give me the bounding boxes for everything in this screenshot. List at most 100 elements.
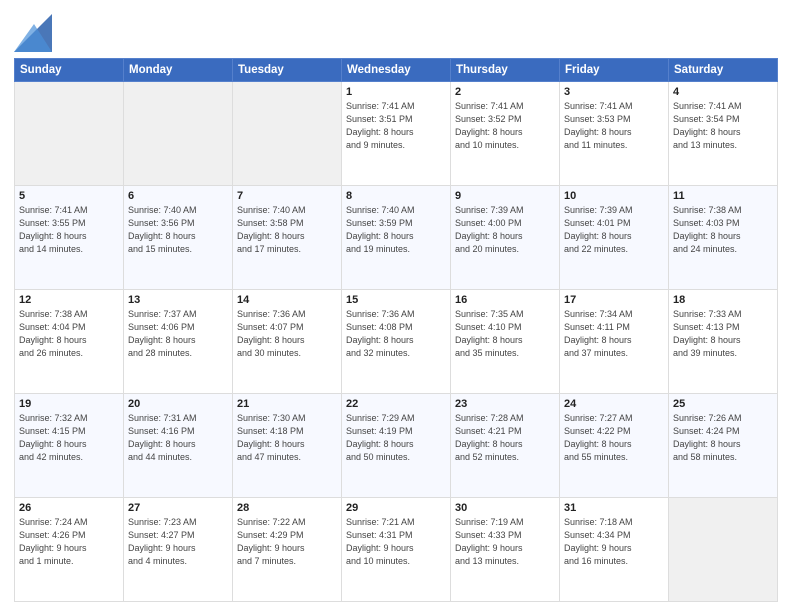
day-detail: Sunrise: 7:41 AM Sunset: 3:53 PM Dayligh… — [564, 100, 664, 152]
day-number: 4 — [673, 86, 773, 98]
day-detail: Sunrise: 7:38 AM Sunset: 4:03 PM Dayligh… — [673, 204, 773, 256]
calendar-cell: 12 Sunrise: 7:38 AM Sunset: 4:04 PM Dayli… — [15, 290, 124, 394]
day-detail: Sunrise: 7:40 AM Sunset: 3:59 PM Dayligh… — [346, 204, 446, 256]
day-number: 7 — [237, 190, 337, 202]
calendar-cell: 6Sunrise: 7:40 AM Sunset: 3:56 PM Daylig… — [124, 186, 233, 290]
calendar-cell: 13 Sunrise: 7:37 AM Sunset: 4:06 PM Dayli… — [124, 290, 233, 394]
day-header-monday: Monday — [124, 59, 233, 82]
day-detail: Sunrise: 7:38 AM Sunset: 4:04 PM Dayligh… — [19, 308, 119, 360]
day-detail: Sunrise: 7:41 AM Sunset: 3:52 PM Dayligh… — [455, 100, 555, 152]
calendar-cell — [124, 82, 233, 186]
day-detail: Sunrise: 7:39 AM Sunset: 4:01 PM Dayligh… — [564, 204, 664, 256]
day-number: 1 — [346, 86, 446, 98]
day-header-thursday: Thursday — [451, 59, 560, 82]
calendar-cell: 11 Sunrise: 7:38 AM Sunset: 4:03 PM Dayli… — [669, 186, 778, 290]
calendar-body: 1 Sunrise: 7:41 AM Sunset: 3:51 PM Daylig… — [15, 82, 778, 602]
day-detail: Sunrise: 7:29 AM Sunset: 4:19 PM Dayligh… — [346, 412, 446, 464]
day-number: 13 — [128, 294, 228, 306]
calendar-cell: 15Sunrise: 7:36 AM Sunset: 4:08 PM Dayli… — [342, 290, 451, 394]
week-row-2: 12 Sunrise: 7:38 AM Sunset: 4:04 PM Dayli… — [15, 290, 778, 394]
day-number: 15 — [346, 294, 446, 306]
day-number: 29 — [346, 502, 446, 514]
week-row-4: 26 Sunrise: 7:24 AM Sunset: 4:26 PM Dayli… — [15, 498, 778, 602]
calendar-cell: 2 Sunrise: 7:41 AM Sunset: 3:52 PM Daylig… — [451, 82, 560, 186]
day-header-friday: Friday — [560, 59, 669, 82]
day-detail: Sunrise: 7:41 AM Sunset: 3:54 PM Dayligh… — [673, 100, 773, 152]
calendar-cell: 19 Sunrise: 7:32 AM Sunset: 4:15 PM Dayli… — [15, 394, 124, 498]
day-detail: Sunrise: 7:41 AM Sunset: 3:55 PM Dayligh… — [19, 204, 119, 256]
day-detail: Sunrise: 7:22 AM Sunset: 4:29 PM Dayligh… — [237, 516, 337, 568]
day-detail: Sunrise: 7:41 AM Sunset: 3:51 PM Dayligh… — [346, 100, 446, 152]
calendar-cell: 20Sunrise: 7:31 AM Sunset: 4:16 PM Dayli… — [124, 394, 233, 498]
day-detail: Sunrise: 7:18 AM Sunset: 4:34 PM Dayligh… — [564, 516, 664, 568]
day-detail: Sunrise: 7:36 AM Sunset: 4:07 PM Dayligh… — [237, 308, 337, 360]
day-number: 20 — [128, 398, 228, 410]
day-number: 9 — [455, 190, 555, 202]
day-number: 31 — [564, 502, 664, 514]
calendar-cell: 31 Sunrise: 7:18 AM Sunset: 4:34 PM Dayli… — [560, 498, 669, 602]
logo-icon — [14, 14, 52, 52]
calendar-cell: 17Sunrise: 7:34 AM Sunset: 4:11 PM Dayli… — [560, 290, 669, 394]
day-detail: Sunrise: 7:19 AM Sunset: 4:33 PM Dayligh… — [455, 516, 555, 568]
day-number: 18 — [673, 294, 773, 306]
day-number: 21 — [237, 398, 337, 410]
day-number: 17 — [564, 294, 664, 306]
day-detail: Sunrise: 7:30 AM Sunset: 4:18 PM Dayligh… — [237, 412, 337, 464]
day-number: 2 — [455, 86, 555, 98]
day-number: 16 — [455, 294, 555, 306]
day-number: 26 — [19, 502, 119, 514]
calendar-cell: 8Sunrise: 7:40 AM Sunset: 3:59 PM Daylig… — [342, 186, 451, 290]
day-detail: Sunrise: 7:24 AM Sunset: 4:26 PM Dayligh… — [19, 516, 119, 568]
calendar-cell — [669, 498, 778, 602]
calendar-header: SundayMondayTuesdayWednesdayThursdayFrid… — [15, 59, 778, 82]
day-detail: Sunrise: 7:35 AM Sunset: 4:10 PM Dayligh… — [455, 308, 555, 360]
week-row-1: 5Sunrise: 7:41 AM Sunset: 3:55 PM Daylig… — [15, 186, 778, 290]
day-header-sunday: Sunday — [15, 59, 124, 82]
day-number: 6 — [128, 190, 228, 202]
calendar-cell: 27 Sunrise: 7:23 AM Sunset: 4:27 PM Dayli… — [124, 498, 233, 602]
calendar-cell: 21 Sunrise: 7:30 AM Sunset: 4:18 PM Dayli… — [233, 394, 342, 498]
day-number: 12 — [19, 294, 119, 306]
day-detail: Sunrise: 7:27 AM Sunset: 4:22 PM Dayligh… — [564, 412, 664, 464]
day-detail: Sunrise: 7:33 AM Sunset: 4:13 PM Dayligh… — [673, 308, 773, 360]
calendar-cell: 23 Sunrise: 7:28 AM Sunset: 4:21 PM Dayli… — [451, 394, 560, 498]
calendar-cell: 30 Sunrise: 7:19 AM Sunset: 4:33 PM Dayli… — [451, 498, 560, 602]
day-detail: Sunrise: 7:37 AM Sunset: 4:06 PM Dayligh… — [128, 308, 228, 360]
day-number: 19 — [19, 398, 119, 410]
calendar-cell: 22 Sunrise: 7:29 AM Sunset: 4:19 PM Dayli… — [342, 394, 451, 498]
day-number: 30 — [455, 502, 555, 514]
page: SundayMondayTuesdayWednesdayThursdayFrid… — [0, 0, 792, 612]
logo — [14, 14, 56, 52]
day-number: 23 — [455, 398, 555, 410]
day-number: 22 — [346, 398, 446, 410]
calendar-cell: 18 Sunrise: 7:33 AM Sunset: 4:13 PM Dayli… — [669, 290, 778, 394]
day-header-tuesday: Tuesday — [233, 59, 342, 82]
day-number: 11 — [673, 190, 773, 202]
day-header-wednesday: Wednesday — [342, 59, 451, 82]
calendar-cell: 16 Sunrise: 7:35 AM Sunset: 4:10 PM Dayli… — [451, 290, 560, 394]
day-detail: Sunrise: 7:21 AM Sunset: 4:31 PM Dayligh… — [346, 516, 446, 568]
day-number: 25 — [673, 398, 773, 410]
calendar-cell: 10 Sunrise: 7:39 AM Sunset: 4:01 PM Dayli… — [560, 186, 669, 290]
day-number: 14 — [237, 294, 337, 306]
day-number: 10 — [564, 190, 664, 202]
calendar-cell: 3Sunrise: 7:41 AM Sunset: 3:53 PM Daylig… — [560, 82, 669, 186]
day-detail: Sunrise: 7:23 AM Sunset: 4:27 PM Dayligh… — [128, 516, 228, 568]
calendar-cell: 14 Sunrise: 7:36 AM Sunset: 4:07 PM Dayli… — [233, 290, 342, 394]
day-detail: Sunrise: 7:28 AM Sunset: 4:21 PM Dayligh… — [455, 412, 555, 464]
calendar-cell: 1 Sunrise: 7:41 AM Sunset: 3:51 PM Daylig… — [342, 82, 451, 186]
calendar-cell: 29 Sunrise: 7:21 AM Sunset: 4:31 PM Dayli… — [342, 498, 451, 602]
day-detail: Sunrise: 7:39 AM Sunset: 4:00 PM Dayligh… — [455, 204, 555, 256]
calendar-cell: 5Sunrise: 7:41 AM Sunset: 3:55 PM Daylig… — [15, 186, 124, 290]
calendar-cell — [233, 82, 342, 186]
calendar-table: SundayMondayTuesdayWednesdayThursdayFrid… — [14, 58, 778, 602]
calendar-cell: 7Sunrise: 7:40 AM Sunset: 3:58 PM Daylig… — [233, 186, 342, 290]
calendar-cell: 25Sunrise: 7:26 AM Sunset: 4:24 PM Dayli… — [669, 394, 778, 498]
week-row-3: 19 Sunrise: 7:32 AM Sunset: 4:15 PM Dayli… — [15, 394, 778, 498]
day-number: 27 — [128, 502, 228, 514]
day-number: 28 — [237, 502, 337, 514]
calendar-cell — [15, 82, 124, 186]
calendar-cell: 9 Sunrise: 7:39 AM Sunset: 4:00 PM Daylig… — [451, 186, 560, 290]
day-detail: Sunrise: 7:32 AM Sunset: 4:15 PM Dayligh… — [19, 412, 119, 464]
calendar-cell: 24Sunrise: 7:27 AM Sunset: 4:22 PM Dayli… — [560, 394, 669, 498]
